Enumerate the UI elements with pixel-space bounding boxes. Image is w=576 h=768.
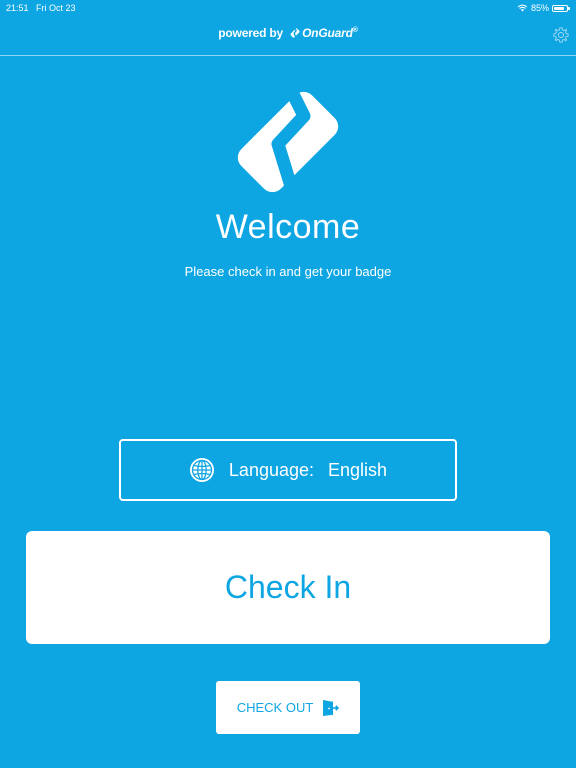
powered-by-label: powered by OnGuard®	[0, 26, 576, 40]
check-out-button[interactable]: CHECK OUT	[216, 681, 360, 734]
battery-icon	[552, 4, 570, 12]
welcome-subtitle: Please check in and get your badge	[184, 264, 392, 279]
trademark: ®	[352, 27, 358, 34]
status-time: 21:51	[6, 3, 29, 13]
check-out-label: CHECK OUT	[236, 700, 314, 715]
language-button[interactable]: Language: English	[119, 439, 457, 501]
gear-icon[interactable]	[552, 26, 570, 44]
status-bar: 21:51 Fri Oct 23 85%	[0, 0, 576, 16]
wifi-icon	[517, 4, 528, 12]
globe-icon	[189, 458, 214, 482]
onguard-logo-icon	[290, 27, 300, 38]
check-in-label: Check In	[224, 569, 352, 605]
brand-name: OnGuard	[302, 26, 353, 40]
header: powered by OnGuard®	[0, 16, 576, 56]
status-indicators: 85%	[517, 0, 570, 16]
battery-percent: 85%	[530, 3, 549, 13]
exit-door-icon	[323, 699, 340, 716]
language-value: English	[328, 459, 388, 480]
status-date: Fri Oct 23	[36, 3, 76, 13]
welcome-title: Welcome	[215, 208, 361, 246]
check-in-button[interactable]: Check In	[26, 531, 550, 644]
onguard-logo-icon	[237, 85, 339, 198]
language-label: Language:	[228, 459, 315, 480]
powered-by-prefix: powered by	[218, 26, 283, 40]
